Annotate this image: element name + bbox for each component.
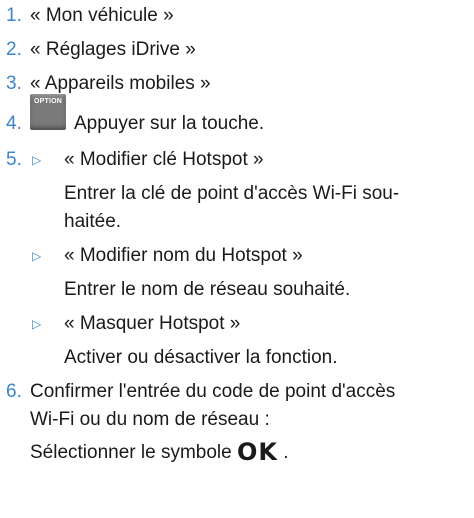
- step-4-text: Appuyer sur la touche.: [74, 113, 265, 134]
- step-3-number: 3.: [6, 73, 22, 94]
- step-6-line1: Confirmer l'entrée du code de point d'ac…: [30, 381, 396, 402]
- step-6-line3-suffix: .: [283, 442, 289, 463]
- step-3-text: « Appareils mobiles »: [30, 73, 211, 94]
- step-1-text: « Mon véhicule »: [30, 5, 174, 26]
- step-6-number: 6.: [6, 381, 22, 402]
- step-6-line2: Wi-Fi ou du nom de réseau :: [30, 409, 270, 430]
- step-6-line3-prefix: Sélectionner le symbole: [30, 442, 232, 463]
- triangle-right-icon: ▷: [32, 153, 42, 167]
- option-3-desc-line1: Activer ou désactiver la fonction.: [64, 347, 338, 368]
- triangle-right-icon: ▷: [32, 249, 42, 263]
- option-1-desc-line2: haitée.: [64, 211, 122, 232]
- option-2-label: « Modifier nom du Hotspot »: [64, 245, 303, 266]
- step-2-number: 2.: [6, 39, 22, 60]
- ok-symbol-icon: OK: [237, 438, 278, 466]
- step-4-number: 4.: [6, 113, 22, 134]
- option-1-desc-line1: Entrer la clé de point d'accès Wi-Fi sou…: [64, 183, 400, 204]
- option-button-icon: OPTION: [30, 94, 66, 130]
- step-6-line3: Sélectionner le symbole OK .: [30, 440, 289, 465]
- option-3-label: « Masquer Hotspot »: [64, 313, 241, 334]
- step-2-text: « Réglages iDrive »: [30, 39, 196, 60]
- step-5-number: 5.: [6, 149, 22, 170]
- step-1-number: 1.: [6, 5, 22, 26]
- option-button-label: OPTION: [33, 98, 63, 105]
- instruction-page: 1. « Mon véhicule » 2. « Réglages iDrive…: [0, 0, 474, 518]
- option-1-label: « Modifier clé Hotspot »: [64, 149, 264, 170]
- option-2-desc-line1: Entrer le nom de réseau souhaité.: [64, 279, 351, 300]
- triangle-right-icon: ▷: [32, 317, 42, 331]
